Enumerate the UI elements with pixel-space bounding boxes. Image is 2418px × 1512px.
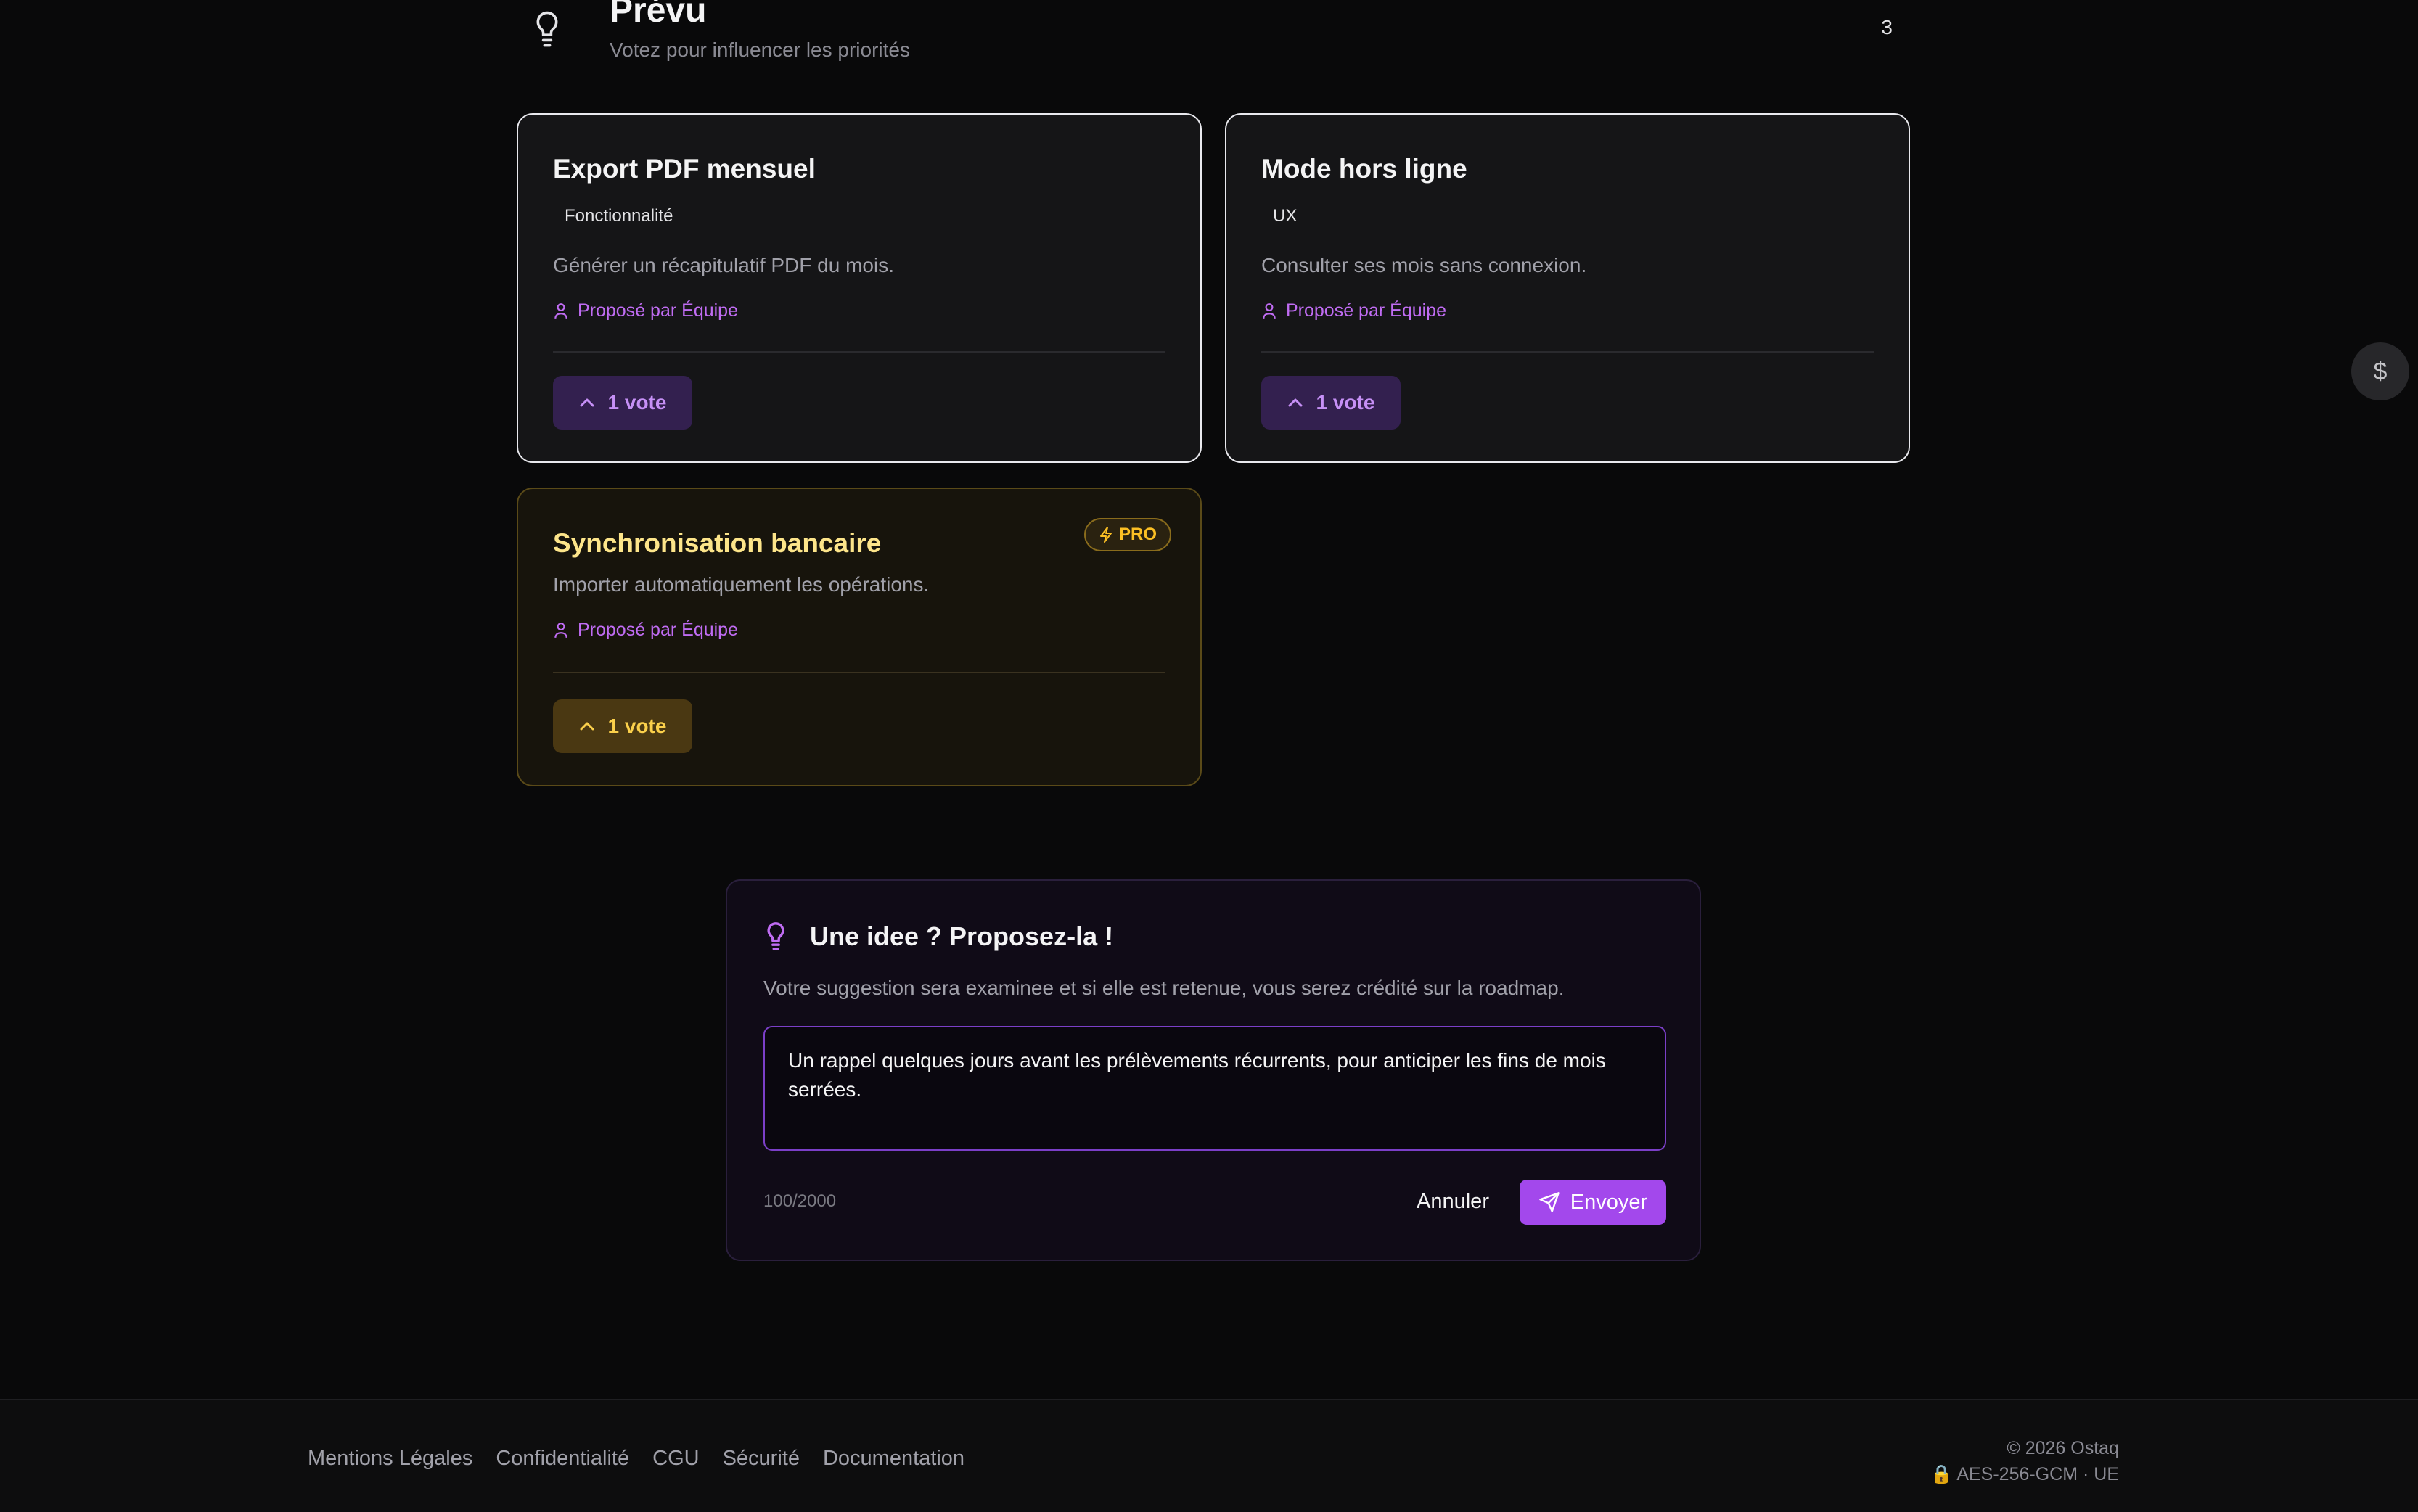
card-title: Export PDF mensuel	[553, 154, 816, 184]
card-description: Consulter ses mois sans connexion.	[1261, 254, 1587, 276]
vote-button[interactable]: 1 vote	[1261, 376, 1401, 430]
suggestion-title: Une idee ? Proposez-la !	[810, 921, 1114, 951]
copyright: © 2026 Ostaq	[2007, 1438, 2119, 1458]
vote-button[interactable]: 1 vote	[553, 376, 692, 430]
lightning-icon	[1099, 527, 1112, 543]
card-description: Générer un récapitulatif PDF du mois.	[553, 254, 894, 276]
footer-link-security[interactable]: Sécurité	[723, 1447, 800, 1471]
footer-meta: © 2026 Ostaq 🔒 AES-256-GCM · UE	[1930, 1435, 2119, 1487]
card-title: Mode hors ligne	[1261, 154, 1467, 184]
vote-button[interactable]: 1 vote	[553, 699, 692, 753]
pro-badge-label: PRO	[1118, 525, 1157, 544]
roadmap-card-pro: Synchronisation bancaire PRO Importer au…	[517, 488, 1202, 786]
card-author: Proposé par Équipe	[1261, 300, 1446, 321]
pro-badge: PRO	[1083, 518, 1171, 551]
footer-link-docs[interactable]: Documentation	[823, 1447, 964, 1471]
footer-link-legal[interactable]: Mentions Légales	[308, 1447, 472, 1471]
chevron-up-icon	[580, 398, 594, 407]
pricing-button[interactable]: $	[2351, 342, 2409, 400]
security-note: 🔒 AES-256-GCM · UE	[1930, 1464, 2119, 1484]
footer-link-privacy[interactable]: Confidentialité	[496, 1447, 629, 1471]
card-tag: UX	[1273, 206, 1298, 226]
footer-link-terms[interactable]: CGU	[652, 1447, 699, 1471]
divider	[553, 351, 1165, 353]
card-author-label: Proposé par Équipe	[578, 620, 738, 640]
user-icon	[1263, 303, 1276, 319]
suggestion-panel: Une idee ? Proposez-la ! Votre suggestio…	[726, 879, 1701, 1261]
send-button[interactable]: Envoyer	[1520, 1180, 1666, 1225]
divider	[553, 672, 1165, 673]
vote-count: 1 vote	[607, 715, 667, 737]
chevron-up-icon	[1288, 398, 1303, 407]
suggestion-description: Votre suggestion sera examinee et si ell…	[763, 977, 1565, 999]
user-icon	[554, 303, 567, 319]
card-author-label: Proposé par Équipe	[1286, 300, 1446, 321]
cancel-button[interactable]: Annuler	[1402, 1180, 1504, 1223]
card-author: Proposé par Équipe	[553, 620, 738, 641]
vote-count: 1 vote	[607, 391, 667, 414]
section-subtitle: Votez pour influencer les priorités	[610, 38, 910, 61]
roadmap-card: Mode hors ligne UX Consulter ses mois sa…	[1225, 113, 1910, 463]
send-button-label: Envoyer	[1570, 1190, 1648, 1214]
card-tag: Fonctionnalité	[565, 206, 673, 226]
card-author: Proposé par Équipe	[553, 300, 738, 321]
send-icon	[1539, 1192, 1560, 1212]
suggestion-textarea[interactable]	[763, 1026, 1666, 1151]
item-count: 3	[1881, 16, 1893, 38]
char-counter: 100/2000	[763, 1191, 837, 1211]
chevron-up-icon	[580, 722, 594, 731]
card-author-label: Proposé par Équipe	[578, 300, 738, 321]
section-header: Prévu Votez pour influencer les priorité…	[517, 0, 1910, 80]
footer: Mentions Légales Confidentialité CGU Séc…	[0, 1399, 2418, 1512]
card-title: Synchronisation bancaire	[553, 528, 882, 558]
vote-count: 1 vote	[1316, 391, 1375, 414]
footer-links: Mentions Légales Confidentialité CGU Séc…	[308, 1447, 964, 1471]
user-icon	[554, 622, 567, 638]
section-title: Prévu	[610, 0, 707, 30]
lightbulb-icon	[536, 11, 558, 47]
lightbulb-icon	[767, 922, 784, 950]
dollar-icon: $	[2373, 357, 2388, 385]
card-description: Importer automatiquement les opérations.	[553, 573, 930, 596]
divider	[1261, 351, 1874, 353]
roadmap-card: Export PDF mensuel Fonctionnalité Génére…	[517, 113, 1202, 463]
